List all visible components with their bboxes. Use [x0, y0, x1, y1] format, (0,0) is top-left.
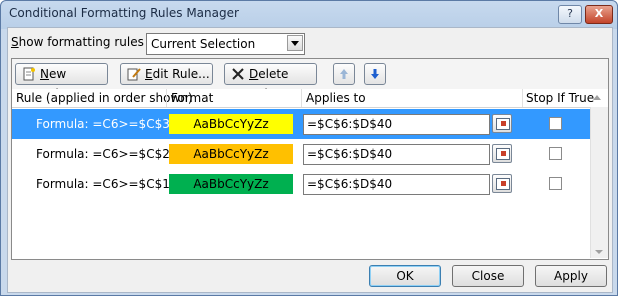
applies-to-input[interactable]: =$C$6:$D$40 — [303, 144, 490, 165]
delete-x-icon — [232, 68, 244, 80]
range-select-button[interactable] — [492, 114, 512, 133]
chevron-down-icon[interactable] — [287, 35, 303, 51]
stop-if-true-checkbox[interactable] — [549, 177, 562, 190]
column-header-applies-to: Applies to — [306, 91, 366, 105]
move-down-arrow-icon — [371, 69, 379, 79]
range-select-icon — [496, 178, 510, 190]
edit-rule-button[interactable]: Edit Rule... — [120, 63, 213, 85]
edit-document-icon — [127, 68, 141, 81]
stop-if-true-checkbox[interactable] — [549, 117, 562, 130]
rules-toolbar: New Rule... Edit Rule... Delete Rule — [12, 59, 608, 101]
vertical-scrollbar[interactable] — [590, 107, 608, 258]
edit-rule-label: Edit Rule... — [145, 67, 210, 81]
apply-button[interactable]: Apply — [535, 265, 607, 287]
close-window-button[interactable]: X — [585, 5, 613, 24]
dialog-client: Show formatting rules for: Current Selec… — [7, 27, 613, 293]
range-select-button[interactable] — [492, 174, 512, 193]
range-select-button[interactable] — [492, 144, 512, 163]
applies-to-input[interactable]: =$C$6:$D$40 — [303, 174, 490, 195]
stop-if-true-checkbox[interactable] — [549, 147, 562, 160]
rule-row[interactable]: Formula: =C6>=$C$1 AaBbCcYyZz =$C$6:$D$4… — [12, 169, 590, 199]
scroll-down-icon[interactable] — [595, 250, 603, 254]
rule-row[interactable]: Formula: =C6>=$C$3 AaBbCcYyZz =$C$6:$D$4… — [12, 109, 590, 139]
new-rule-button[interactable]: New Rule... — [15, 63, 108, 101]
range-select-icon — [496, 118, 510, 130]
new-document-icon — [23, 67, 35, 81]
move-down-button[interactable] — [364, 63, 386, 85]
column-header-format: Format — [171, 91, 214, 105]
window-title: Conditional Formatting Rules Manager — [9, 6, 239, 20]
show-rules-dropdown[interactable]: Current Selection — [146, 33, 305, 55]
close-button[interactable]: Close — [452, 265, 524, 287]
delete-rule-button[interactable]: Delete Rule — [224, 63, 317, 101]
move-up-button[interactable] — [333, 63, 355, 85]
format-preview: AaBbCcYyZz — [169, 144, 293, 164]
applies-to-input[interactable]: =$C$6:$D$40 — [303, 114, 490, 135]
move-up-arrow-icon — [340, 69, 348, 79]
range-select-icon — [496, 148, 510, 160]
format-preview: AaBbCcYyZz — [169, 174, 293, 194]
rules-table-header: Rule (applied in order shown) Format App… — [12, 89, 608, 108]
rule-formula: Formula: =C6>=$C$2 — [36, 147, 170, 161]
rules-panel: New Rule... Edit Rule... Delete Rule — [11, 58, 609, 260]
scroll-up-icon — [593, 95, 601, 100]
title-bar: Conditional Formatting Rules Manager ? X — [1, 1, 617, 27]
help-button[interactable]: ? — [558, 5, 582, 24]
rule-formula: Formula: =C6>=$C$3 — [36, 117, 170, 131]
format-preview: AaBbCcYyZz — [169, 114, 293, 134]
ok-button[interactable]: OK — [369, 265, 441, 287]
show-rules-value: Current Selection — [151, 37, 256, 51]
rule-row[interactable]: Formula: =C6>=$C$2 AaBbCcYyZz =$C$6:$D$4… — [12, 139, 590, 169]
rule-formula: Formula: =C6>=$C$1 — [36, 177, 170, 191]
show-rules-label: Show formatting rules for: — [11, 35, 168, 49]
dialog-window: Conditional Formatting Rules Manager ? X… — [0, 0, 618, 296]
column-header-stop-if-true: Stop If True — [526, 91, 595, 105]
